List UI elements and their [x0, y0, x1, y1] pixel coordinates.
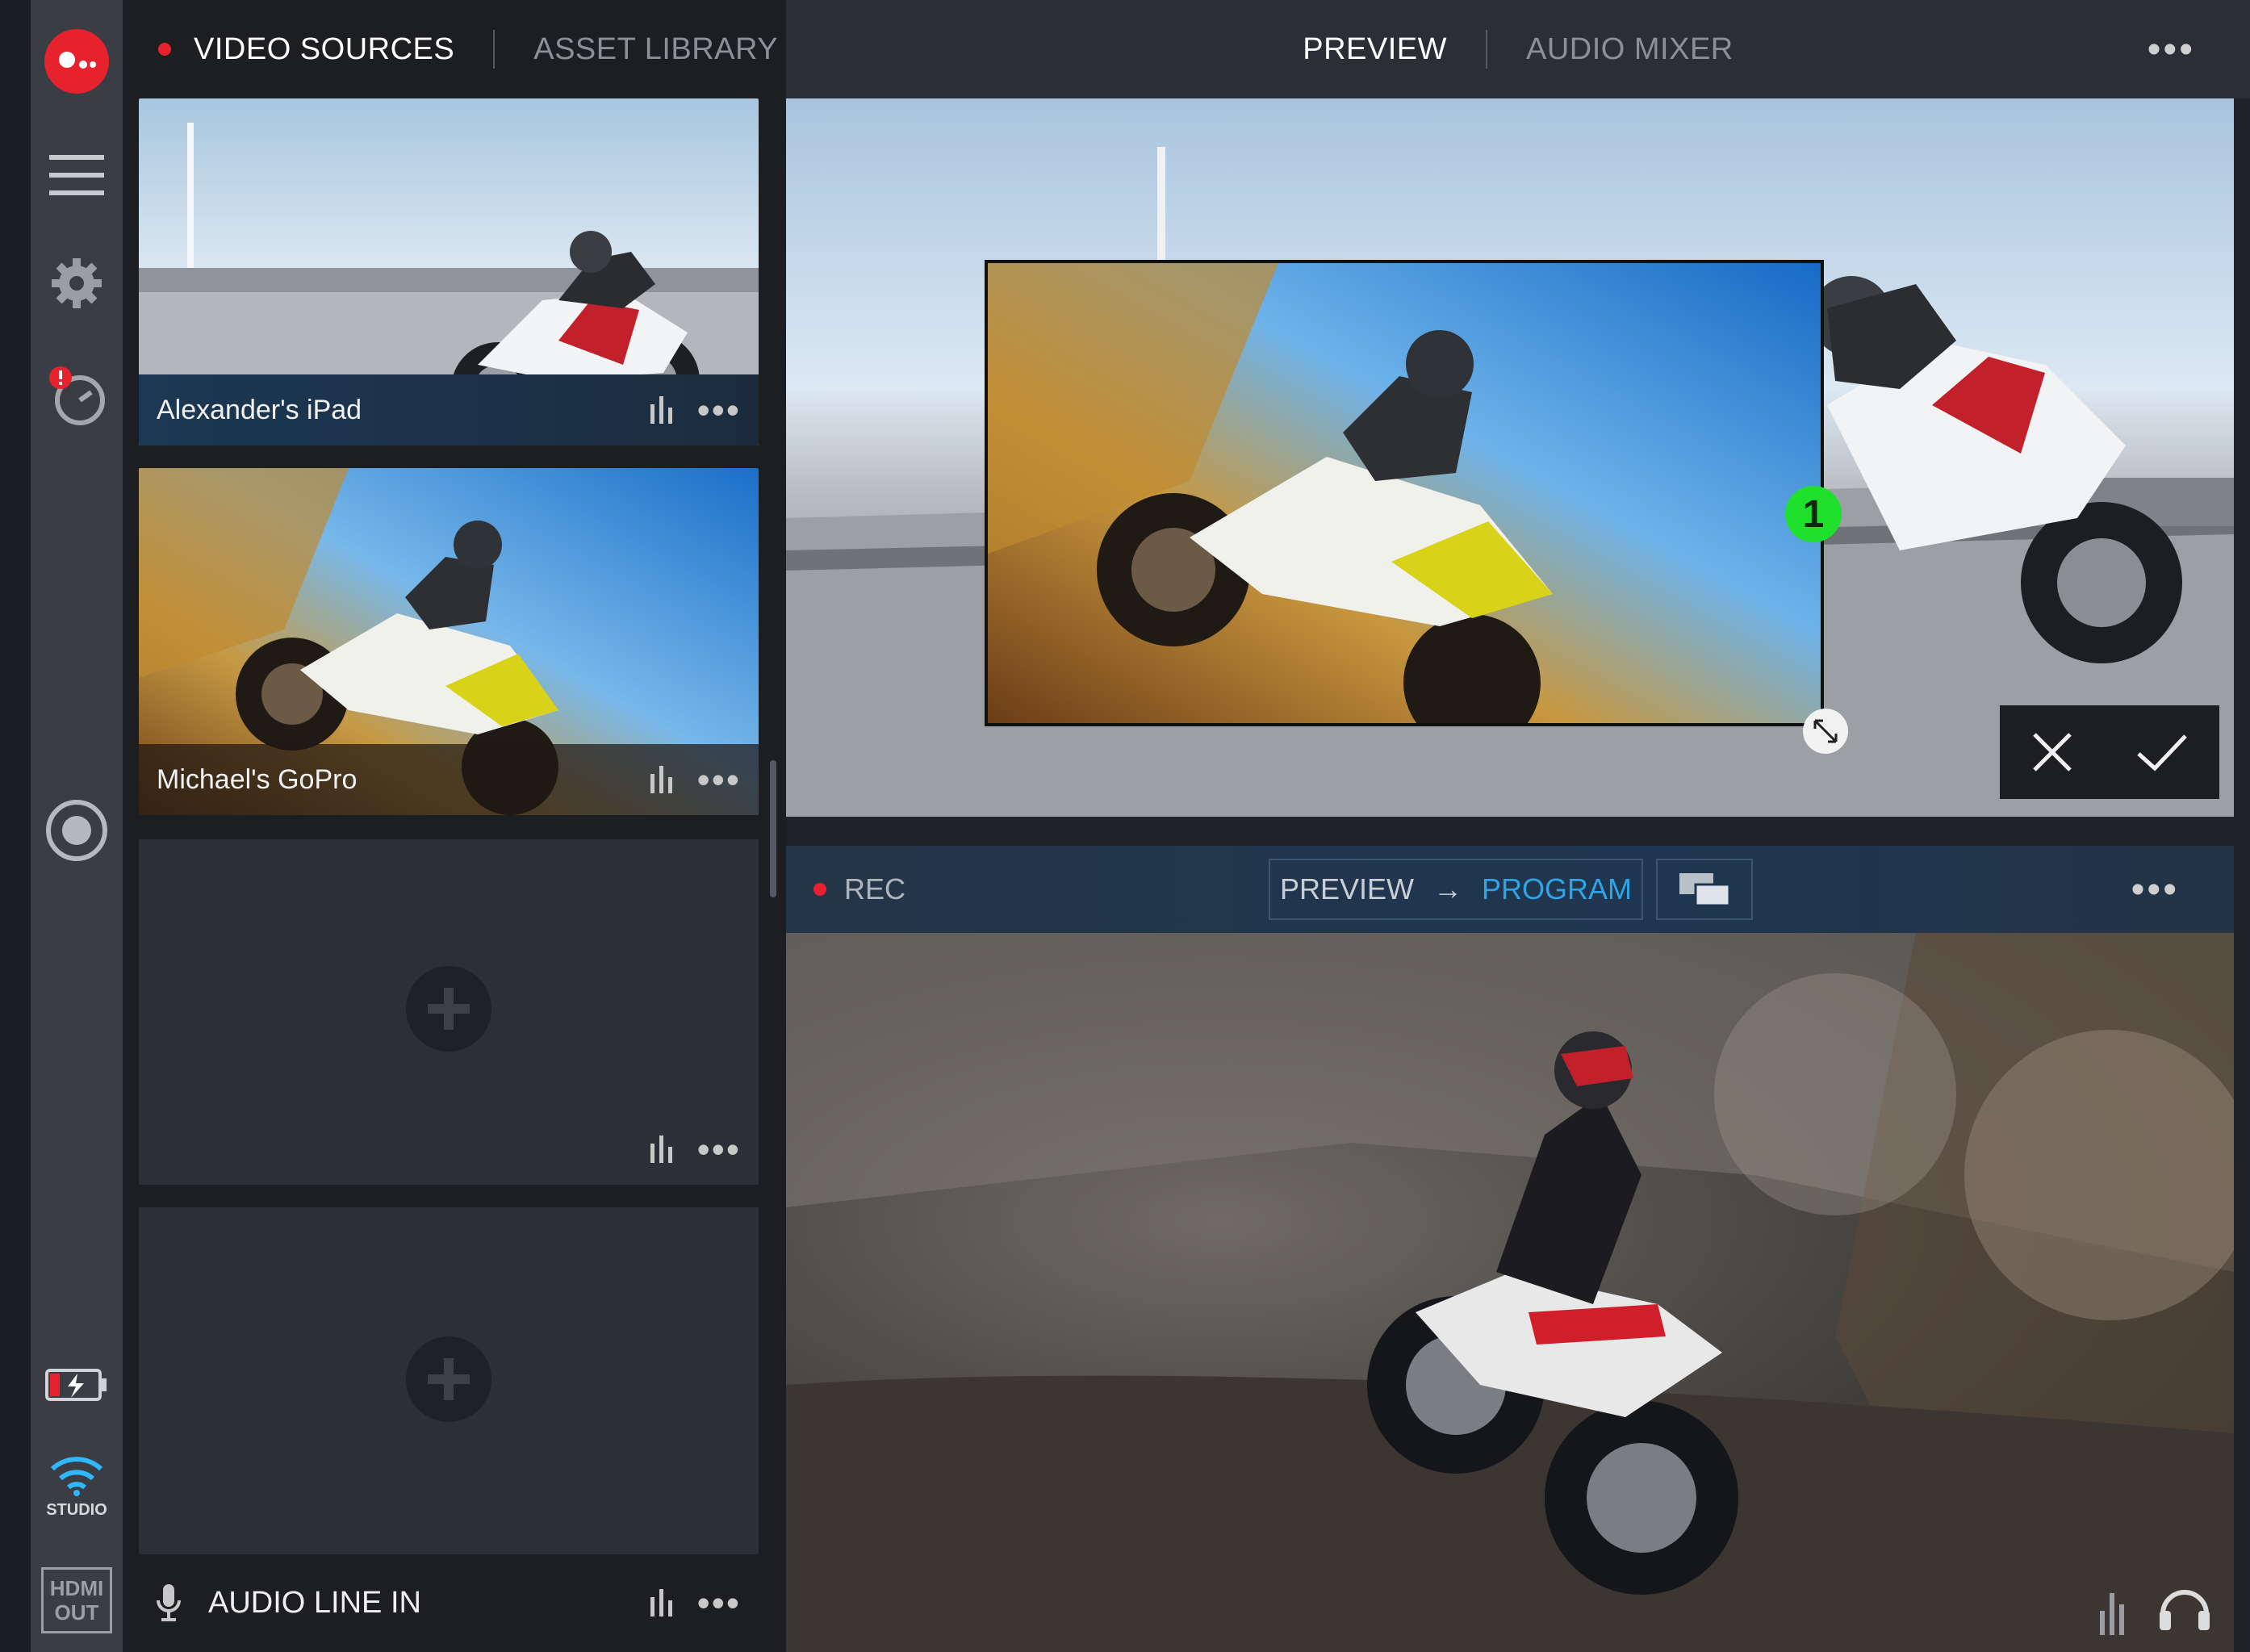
preview-header: PREVIEW AUDIO MIXER •••	[786, 0, 2250, 98]
overlay-screens-icon	[1679, 873, 1731, 907]
battery-charging-icon	[45, 1369, 107, 1401]
source-tile-empty-1: •••	[139, 839, 759, 1185]
resize-arrows-icon	[1813, 719, 1838, 743]
wifi-icon	[50, 1456, 103, 1496]
tab-audio-mixer[interactable]: AUDIO MIXER	[1526, 32, 1734, 67]
hdmi-out-button[interactable]: HDMI OUT	[31, 1564, 123, 1637]
main-area: PREVIEW AUDIO MIXER ••• 1 REC PREVIEW → …	[786, 0, 2250, 1652]
transition-to: PROGRAM	[1482, 872, 1633, 905]
battery-status	[31, 1361, 123, 1409]
microphone-icon	[157, 1584, 181, 1621]
layer-number: 1	[1802, 492, 1825, 536]
program-output	[786, 933, 2234, 1652]
panel-resize-handle[interactable]	[770, 760, 776, 897]
audio-level-icon[interactable]	[650, 766, 673, 793]
wifi-studio-status[interactable]: STUDIO	[31, 1446, 123, 1527]
tab-divider	[1486, 30, 1487, 69]
plus-icon	[428, 1358, 470, 1400]
rec-label[interactable]: REC	[844, 872, 905, 906]
confirm-cancel-panel	[2000, 705, 2219, 799]
hdmi-label-line2: OUT	[54, 1600, 99, 1625]
audio-level-icon[interactable]	[650, 396, 673, 424]
add-source-button[interactable]	[406, 1336, 491, 1422]
layer-number-badge[interactable]: 1	[1785, 486, 1842, 542]
source-tile-bar: •••	[139, 1114, 759, 1185]
timer-button[interactable]	[31, 355, 123, 436]
source-name: Michael's GoPro	[157, 763, 358, 795]
audio-line-in-row[interactable]: AUDIO LINE IN •••	[139, 1562, 759, 1643]
preview-more-icon[interactable]: •••	[2148, 27, 2195, 72]
hdmi-out-icon: HDMI OUT	[41, 1567, 112, 1633]
more-options-icon[interactable]: •••	[697, 761, 741, 798]
live-dot	[158, 43, 171, 56]
audio-line-in-label: AUDIO LINE IN	[208, 1585, 421, 1620]
transition-button[interactable]: PREVIEW → PROGRAM	[1269, 859, 1643, 920]
add-source-button[interactable]	[406, 966, 491, 1052]
timer-alert-icon	[49, 366, 105, 425]
wifi-label: STUDIO	[46, 1500, 107, 1519]
source-tile-empty-2	[139, 1207, 759, 1554]
program-audio-level-icon[interactable]	[2100, 1593, 2124, 1635]
program-video	[786, 933, 2234, 1652]
transition-arrow: →	[1433, 872, 1462, 905]
tab-asset-library[interactable]: ASSET LIBRARY	[533, 32, 778, 67]
source-tile-gopro[interactable]: Michael's GoPro •••	[139, 468, 759, 815]
record-button[interactable]	[31, 794, 123, 867]
tab-video-sources[interactable]: VIDEO SOURCES	[194, 32, 454, 67]
preview-canvas[interactable]: 1	[786, 98, 2234, 817]
more-options-icon[interactable]: •••	[697, 391, 741, 429]
program-header: REC PREVIEW → PROGRAM •••	[786, 846, 2234, 933]
source-tile-ipad[interactable]: Alexander's iPad •••	[139, 98, 759, 445]
transition-from: PREVIEW	[1279, 872, 1414, 905]
sources-tabs: VIDEO SOURCES ASSET LIBRARY	[123, 0, 786, 98]
settings-button[interactable]	[31, 247, 123, 320]
source-tile-bar: Michael's GoPro •••	[139, 744, 759, 815]
gear-icon	[52, 258, 102, 308]
multiview-button[interactable]	[1656, 859, 1753, 920]
plus-icon	[428, 988, 470, 1030]
pip-overlay[interactable]	[985, 260, 1824, 726]
program-more-icon[interactable]: •••	[2131, 868, 2179, 912]
tab-divider	[493, 30, 496, 69]
app-logo-icon	[44, 29, 109, 94]
app-logo-button[interactable]	[31, 18, 123, 105]
rec-dot	[813, 883, 826, 896]
sources-panel: VIDEO SOURCES ASSET LIBRARY Alexander's …	[123, 0, 786, 1652]
cancel-x-icon[interactable]	[2031, 731, 2073, 773]
tab-preview[interactable]: PREVIEW	[1303, 32, 1447, 67]
left-rail: STUDIO HDMI OUT	[31, 0, 123, 1652]
menu-button[interactable]	[31, 139, 123, 211]
pip-video	[988, 263, 1821, 723]
headphones-icon[interactable]	[2158, 1582, 2211, 1632]
audio-level-icon[interactable]	[650, 1135, 673, 1163]
record-target-icon	[46, 800, 107, 861]
more-options-icon[interactable]: •••	[697, 1131, 741, 1168]
hdmi-label-line1: HDMI	[49, 1576, 104, 1600]
source-tile-bar: Alexander's iPad •••	[139, 374, 759, 445]
source-name: Alexander's iPad	[157, 394, 362, 425]
confirm-check-icon[interactable]	[2135, 731, 2189, 773]
audio-level-icon[interactable]	[650, 1589, 673, 1616]
hamburger-menu-icon	[49, 155, 104, 195]
resize-handle[interactable]	[1803, 709, 1848, 754]
more-options-icon[interactable]: •••	[697, 1584, 741, 1621]
